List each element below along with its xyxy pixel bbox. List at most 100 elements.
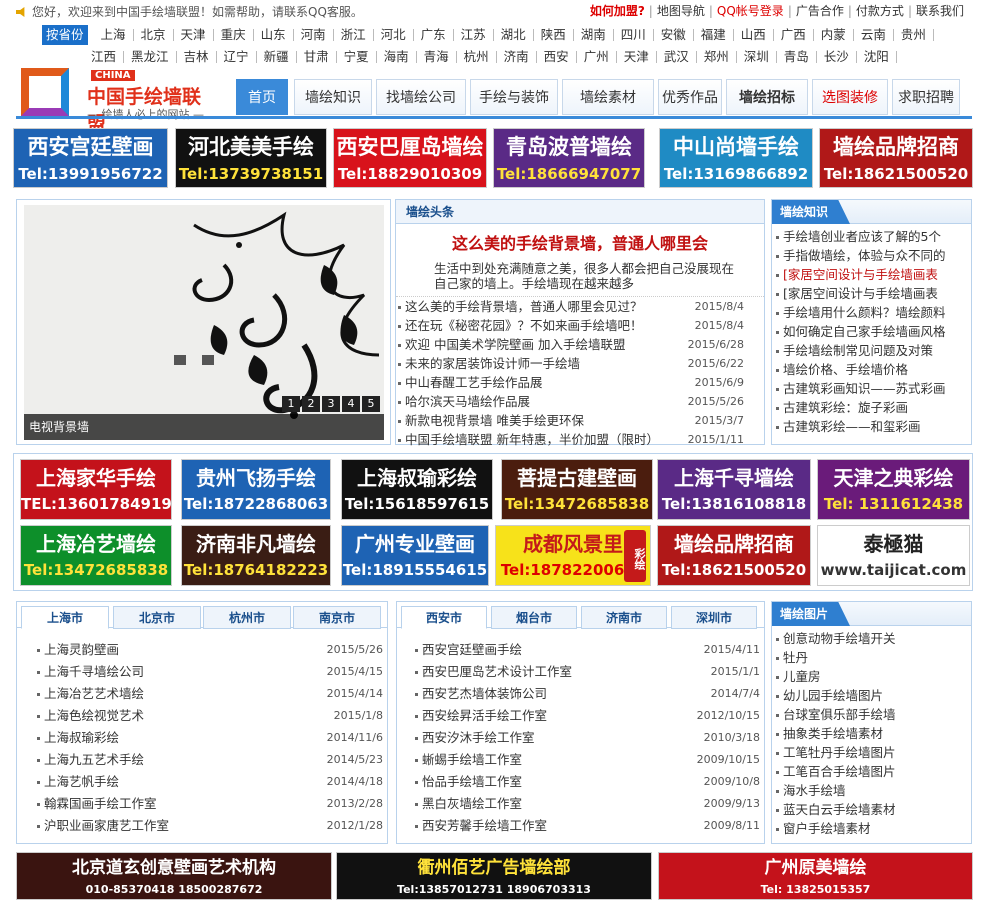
city-link[interactable]: 广州 <box>577 50 617 63</box>
list-item[interactable]: 上海艺帆手绘 2014/4/18 <box>33 771 387 793</box>
slider-page-button[interactable]: 5 <box>362 396 380 412</box>
ad-banner[interactable]: 彩绘 成都风景里 Tel:18782200625 <box>495 525 651 586</box>
city-link[interactable]: 河南 <box>294 28 334 41</box>
city-link[interactable]: 云南 <box>854 28 894 41</box>
ad-banner[interactable]: 墙绘品牌招商 Tel:18621500520 <box>657 525 811 586</box>
ad-banner[interactable]: 上海千寻墙绘 Tel:13816108818 <box>657 459 811 520</box>
list-item[interactable]: 手绘墙用什么颜料？墙绘颜料 <box>772 303 971 322</box>
list-item[interactable]: 幼儿园手绘墙图片 <box>772 686 971 705</box>
city-link[interactable]: 福建 <box>694 28 734 41</box>
ad-banner[interactable]: 广州专业壁画 Tel:18915554615 <box>341 525 489 586</box>
ad-banner[interactable]: 上海冶艺墙绘 Tel:13472685838 <box>20 525 172 586</box>
list-item[interactable]: 牡丹 <box>772 648 971 667</box>
top-link[interactable]: QQ帐号登录 <box>717 4 784 18</box>
ad-banner[interactable]: 泰極猫 www.taijicat.com <box>817 525 970 586</box>
slider-page-button[interactable]: 4 <box>342 396 360 412</box>
site-logo[interactable]: CHINA 中国手绘墙联盟 — 绘墙人必上的网站 — <box>17 60 217 135</box>
nav-tab[interactable]: 墙绘素材 <box>562 79 654 115</box>
city-link[interactable]: 湖北 <box>494 28 534 41</box>
city-tab[interactable]: 上海市 <box>21 606 109 629</box>
top-link[interactable]: 广告合作 <box>796 4 844 18</box>
ad-banner[interactable]: 济南非凡墙绘 Tel:18764182223 <box>181 525 331 586</box>
city-link[interactable]: 江苏 <box>454 28 494 41</box>
nav-tab[interactable]: 墙绘知识 <box>294 79 372 115</box>
list-item[interactable]: 台球室俱乐部手绘墙 <box>772 705 971 724</box>
nav-tab[interactable]: 找墙绘公司 <box>376 79 466 115</box>
nav-tab[interactable]: 墙绘招标 <box>726 79 808 115</box>
list-item[interactable]: 中山春醒工艺手绘作品展 2015/6/9 <box>396 373 764 392</box>
list-item[interactable]: 海水手绘墙 <box>772 781 971 800</box>
list-item[interactable]: 蓝天白云手绘墙素材 <box>772 800 971 819</box>
city-link[interactable]: 海南 <box>377 50 417 63</box>
image-slider[interactable]: 12345 电视背景墙 <box>24 205 384 440</box>
list-item[interactable]: 翰霖国画手绘工作室 2013/2/28 <box>33 793 387 815</box>
city-link[interactable]: 天津 <box>617 50 657 63</box>
list-item[interactable]: 窗户手绘墙素材 <box>772 819 971 838</box>
slider-page-button[interactable]: 3 <box>322 396 340 412</box>
list-item[interactable]: 西安汐沐手绘工作室 2010/3/18 <box>411 727 764 749</box>
list-item[interactable]: 上海色绘视觉艺术 2015/1/8 <box>33 705 387 727</box>
list-item[interactable]: [家居空间设计与手绘墙画表 <box>772 265 971 284</box>
city-link[interactable]: 广西 <box>774 28 814 41</box>
city-link[interactable]: 山西 <box>734 28 774 41</box>
list-item[interactable]: 手指做墙绘，体验与众不同的 <box>772 246 971 265</box>
list-item[interactable]: 如何确定自己家手绘墙画风格 <box>772 322 971 341</box>
ad-banner[interactable]: 中山尚墙手绘 Tel:13169866892 <box>659 128 813 188</box>
list-item[interactable]: 工笔牡丹手绘墙图片 <box>772 743 971 762</box>
city-link[interactable]: 甘肃 <box>297 50 337 63</box>
list-item[interactable]: 手绘墙创业者应该了解的5个 <box>772 227 971 246</box>
city-link[interactable]: 杭州 <box>457 50 497 63</box>
ad-banner[interactable]: 上海家华手绘 TEL:13601784919 <box>20 459 172 520</box>
city-link[interactable]: 西安 <box>537 50 577 63</box>
list-item[interactable]: 上海千寻墙绘公司 2015/4/15 <box>33 661 387 683</box>
ad-banner[interactable]: 墙绘品牌招商 Tel:18621500520 <box>819 128 973 188</box>
list-item[interactable]: 这么美的手绘背景墙，普通人哪里会见过？ 2015/8/4 <box>396 297 764 316</box>
city-link[interactable]: 长沙 <box>817 50 857 63</box>
top-link[interactable]: 地图导航 <box>657 4 705 18</box>
list-item[interactable]: 欢迎 中国美术学院壁画 加入手绘墙联盟 2015/6/28 <box>396 335 764 354</box>
list-item[interactable]: 西安艺杰墙体装饰公司 2014/7/4 <box>411 683 764 705</box>
city-tab[interactable]: 南京市 <box>293 606 381 629</box>
city-link[interactable]: 河北 <box>374 28 414 41</box>
city-tab[interactable]: 深圳市 <box>671 606 757 629</box>
city-link[interactable]: 山东 <box>254 28 294 41</box>
list-item[interactable]: 抽象类手绘墙素材 <box>772 724 971 743</box>
top-link[interactable]: 付款方式 <box>856 4 904 18</box>
list-item[interactable]: 儿童房 <box>772 667 971 686</box>
top-link[interactable]: 联系我们 <box>916 4 964 18</box>
nav-tab[interactable]: 手绘与装饰 <box>470 79 558 115</box>
ad-banner[interactable]: 北京道玄创意壁画艺术机构 010-85370418 18500287672 <box>16 852 332 900</box>
nav-tab[interactable]: 求职招聘 <box>892 79 960 115</box>
city-link[interactable]: 青海 <box>417 50 457 63</box>
city-link[interactable]: 青岛 <box>777 50 817 63</box>
list-item[interactable]: 黑白灰墙绘工作室 2009/9/13 <box>411 793 764 815</box>
ad-banner[interactable]: 上海叔瑜彩绘 Tel:15618597615 <box>341 459 493 520</box>
city-link[interactable]: 郑州 <box>697 50 737 63</box>
city-link[interactable]: 安徽 <box>654 28 694 41</box>
city-link[interactable]: 内蒙 <box>814 28 854 41</box>
ad-banner[interactable]: 衢州佰艺广告墙绘部 Tel:13857012731 18906703313 <box>336 852 652 900</box>
ad-banner[interactable]: 贵州飞扬手绘 Tel:18722868063 <box>181 459 331 520</box>
city-link[interactable]: 沈阳 <box>857 50 897 63</box>
list-item[interactable]: 工笔百合手绘墙图片 <box>772 762 971 781</box>
list-item[interactable]: 上海灵韵壁画 2015/5/26 <box>33 639 387 661</box>
list-item[interactable]: 中国手绘墙联盟 新年特惠，半价加盟（限时） 2015/1/11 <box>396 430 764 449</box>
city-link[interactable]: 宁夏 <box>337 50 377 63</box>
list-item[interactable]: [家居空间设计与手绘墙画表 <box>772 284 971 303</box>
list-item[interactable]: 西安巴厘岛艺术设计工作室 2015/1/1 <box>411 661 764 683</box>
list-item[interactable]: 上海叔瑜彩绘 2014/11/6 <box>33 727 387 749</box>
ad-banner[interactable]: 广州原美墙绘 Tel: 13825015357 <box>658 852 973 900</box>
list-item[interactable]: 上海冶艺艺术墙绘 2015/4/14 <box>33 683 387 705</box>
city-link[interactable]: 武汉 <box>657 50 697 63</box>
city-tab[interactable]: 北京市 <box>113 606 201 629</box>
list-item[interactable]: 怡品手绘墙工作室 2009/10/8 <box>411 771 764 793</box>
city-tab[interactable]: 烟台市 <box>491 606 577 629</box>
province-tag[interactable]: 按省份 <box>42 25 88 45</box>
city-link[interactable]: 四川 <box>614 28 654 41</box>
nav-tab[interactable]: 优秀作品 <box>658 79 722 115</box>
list-item[interactable]: 蜥蜴手绘墙工作室 2009/10/15 <box>411 749 764 771</box>
list-item[interactable]: 墙绘价格、手绘墙价格 <box>772 360 971 379</box>
city-link[interactable]: 济南 <box>497 50 537 63</box>
list-item[interactable]: 西安宫廷壁画手绘 2015/4/11 <box>411 639 764 661</box>
list-item[interactable]: 新款电视背景墙 唯美手绘更环保 2015/3/7 <box>396 411 764 430</box>
